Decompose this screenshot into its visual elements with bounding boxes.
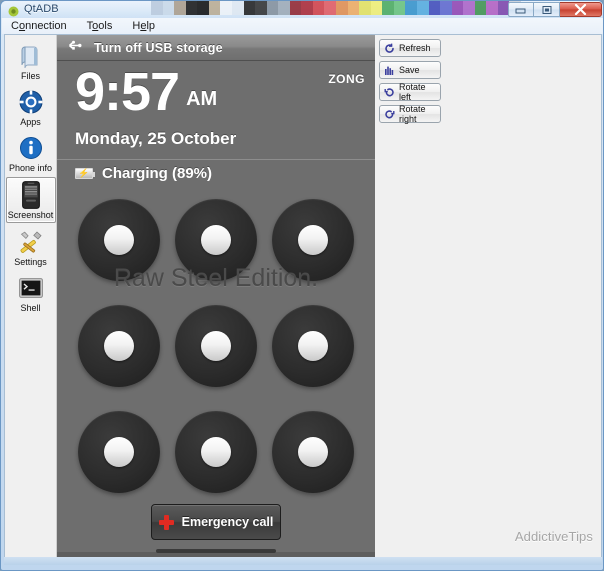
carrier-label: ZONG [328,72,365,86]
emergency-call-label: Emergency call [181,515,274,529]
pattern-dot-inner [297,225,328,255]
pattern-dot-inner [297,437,328,467]
pattern-dot-5[interactable] [174,305,257,387]
phone-info-icon [19,134,42,162]
menu-item-tools[interactable]: Tools [84,19,116,33]
clock-ampm: AM [186,88,218,110]
menu-item-connection[interactable]: Connection [8,19,70,33]
maximize-button[interactable] [534,2,560,17]
close-button[interactable] [560,2,602,17]
save-button[interactable]: Save [379,61,441,79]
usb-storage-bar[interactable]: Turn off USB storage [57,35,375,61]
red-cross-icon [158,514,174,530]
pattern-dot-2[interactable] [174,199,257,281]
minimize-button[interactable] [508,2,534,17]
rotate-right-icon [384,109,395,120]
bolt-glyph: ⚡ [78,168,90,178]
screenshot-icon [21,181,40,209]
emergency-call-button[interactable]: Emergency call [151,504,281,540]
sidebar-item-label: Files [20,71,40,81]
sidebar-item-screenshot[interactable]: Screenshot [5,177,56,223]
window-controls [508,2,602,17]
phone-screenshot-preview[interactable]: Turn off USB storage ZONG 9:57 AM Monday… [57,35,375,558]
pattern-dot-inner [200,437,231,467]
menu-bar: Connection Tools Help [2,18,603,34]
sidebar-item-shell[interactable]: Shell [6,271,56,315]
pattern-dot-7[interactable] [78,411,161,493]
site-watermark: AddictiveTips [514,529,593,544]
usb-icon [65,39,82,57]
button-label: Save [399,65,420,75]
button-label: Refresh [399,43,431,53]
pattern-dot-4[interactable] [78,305,161,387]
clock-date: Monday, 25 October [75,129,237,148]
pattern-dot-3[interactable] [271,199,354,281]
rotate-left-button[interactable]: Rotate left [379,82,441,102]
titlebar-artifact-strip [151,1,521,15]
clock-time: 9:57 [75,62,180,122]
refresh-button[interactable]: Refresh [379,39,441,57]
pattern-dot-8[interactable] [174,411,257,493]
refresh-icon [384,43,395,54]
pattern-dot-inner [297,331,328,361]
settings-icon [18,228,44,256]
pattern-dot-6[interactable] [271,305,354,387]
minimize-icon [515,6,527,14]
maximize-icon [541,5,553,15]
android-icon [8,4,19,17]
shell-icon [18,274,43,302]
phone-speaker-nub [156,549,276,553]
button-label: Rotate right [399,104,426,124]
lockscreen-clock: 9:57 AM [75,62,218,122]
pattern-dot-inner [104,225,135,255]
lockscreen-divider [57,159,375,160]
pattern-dot-inner [200,225,231,255]
battery-charging-icon: ⚡ [75,168,95,179]
sidebar-item-label: Shell [20,303,41,313]
title-bar[interactable]: QtADB [1,1,603,18]
files-icon [18,42,44,70]
sidebar-item-label: Screenshot [7,210,54,220]
sidebar-item-files[interactable]: Files [6,39,56,83]
pattern-dot-9[interactable] [271,411,354,493]
sidebar-item-label: Apps [20,117,41,127]
pattern-dot-inner [104,331,135,361]
sidebar-item-label: Settings [14,257,47,267]
window-title: QtADB [24,3,59,15]
battery-status: ⚡ Charging (89%) [75,165,212,182]
pattern-dot-inner [104,437,135,467]
button-label: Rotate left [399,82,426,102]
sidebar-item-settings[interactable]: Settings [6,225,56,269]
sidebar-item-label: Phone info [8,163,53,173]
pattern-dot-inner [200,331,231,361]
status-bar [4,557,602,565]
sidebar-item-apps[interactable]: Apps [6,85,56,129]
sidebar: Files Apps Phone info Screenshot Settings She… [5,35,57,558]
pattern-dot-1[interactable] [78,199,161,281]
rotate-right-button[interactable]: Rotate right [379,104,441,124]
close-icon [574,4,587,15]
apps-icon [19,88,43,116]
save-icon [384,65,395,76]
client-area: Files Apps Phone info Screenshot Settings She… [4,34,602,559]
usb-bar-label: Turn off USB storage [94,40,223,55]
battery-label: Charging (89%) [102,165,213,182]
lock-pattern-grid[interactable] [57,199,375,493]
sidebar-item-phone-info[interactable]: Phone info [6,131,56,175]
rotate-left-icon [384,87,395,98]
screenshot-toolbar: Refresh Save Rotate left Rotate right [375,35,601,558]
menu-item-help[interactable]: Help [129,19,158,33]
app-window: QtADB Connection Tools Help Files Apps P… [0,0,604,571]
